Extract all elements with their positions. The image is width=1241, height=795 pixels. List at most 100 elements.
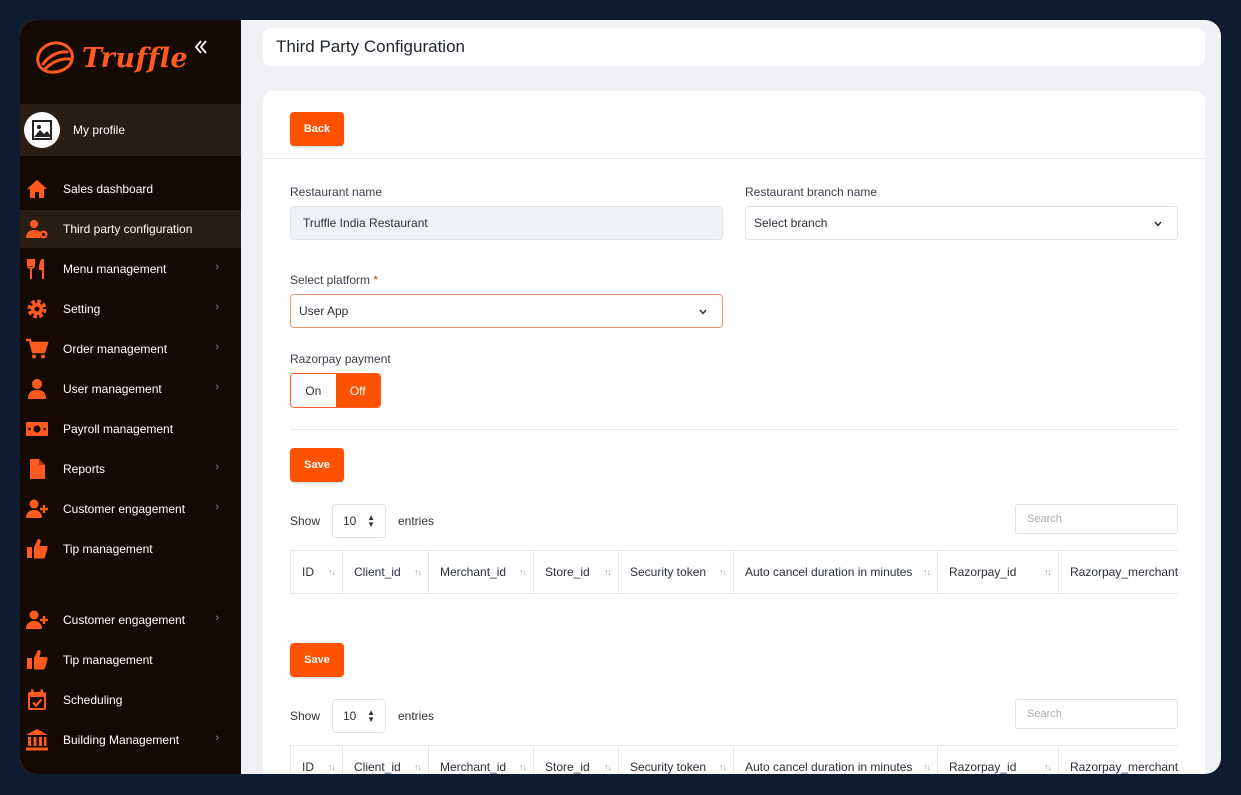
razorpay-toggle[interactable]: On Off [290, 373, 381, 408]
column-header-label: Razorpay_id [949, 565, 1017, 579]
calendar-check-icon [24, 688, 50, 712]
page-header: Third Party Configuration [263, 28, 1205, 66]
entries-label: entries [398, 709, 435, 723]
home-icon [24, 177, 50, 201]
sort-icon: ↑↓ [328, 567, 336, 577]
sort-icon: ↑↓ [923, 567, 931, 577]
sort-icon: ↑↓ [1044, 762, 1052, 772]
sidebar-item[interactable]: Scheduling [20, 681, 241, 719]
restaurant-name-value: Truffle India Restaurant [303, 216, 428, 230]
razorpay-label: Razorpay payment [290, 352, 391, 366]
column-header-label: Store_id [545, 565, 590, 579]
sidebar-item[interactable]: User management › [20, 370, 241, 408]
column-header[interactable]: Razorpay_id ↑↓ [938, 551, 1059, 593]
restaurant-name-label: Restaurant name [290, 185, 383, 199]
column-header[interactable]: Auto cancel duration in minutes ↑↓ [734, 746, 938, 774]
divider [263, 158, 1205, 159]
column-header-label: ID [302, 760, 314, 774]
column-header[interactable]: Razorpay_merchant_ [1059, 746, 1178, 774]
platform-select[interactable]: User App [290, 294, 723, 328]
sidebar-item[interactable]: Setting › [20, 290, 241, 328]
column-header[interactable]: Client_id ↑↓ [343, 551, 429, 593]
search-input[interactable]: Search [1015, 504, 1178, 534]
sidebar-item[interactable]: Customer engagement › [20, 490, 241, 528]
search-placeholder: Search [1027, 513, 1062, 525]
column-header[interactable]: Security token ↑↓ [619, 746, 734, 774]
sidebar-item[interactable]: Menu management › [20, 250, 241, 288]
entries-select[interactable]: 10 ▲ ▼ [332, 699, 386, 733]
brand-logo[interactable]: Truffle [34, 38, 188, 78]
column-header[interactable]: Razorpay_merchant_ [1059, 551, 1178, 593]
search-input[interactable]: Search [1015, 699, 1178, 729]
sidebar-item[interactable]: Tip management [20, 530, 241, 568]
sidebar-item-label: User management [63, 382, 162, 396]
divider [290, 429, 1178, 430]
user-icon [24, 377, 50, 401]
sidebar-item[interactable]: Sales dashboard [20, 170, 241, 208]
sidebar: Truffle My profile Sales dashboard Third … [20, 20, 241, 774]
sort-icon: ↑↓ [1044, 567, 1052, 577]
sidebar-item-label: Setting [63, 302, 101, 316]
column-header-label: Razorpay_merchant_ [1070, 565, 1178, 579]
sidebar-item[interactable]: Building Management › [20, 721, 241, 759]
chevron-down-icon [699, 309, 707, 315]
column-header[interactable]: Store_id ↑↓ [534, 746, 619, 774]
chevron-right-icon: › [215, 732, 219, 744]
sort-icon: ↑↓ [923, 762, 931, 772]
money-icon [24, 417, 50, 441]
sidebar-item-label: Scheduling [63, 693, 123, 707]
sidebar-item[interactable]: Third party configuration [20, 210, 241, 248]
bank-icon [24, 728, 50, 752]
sort-icon: ↑↓ [328, 762, 336, 772]
column-header[interactable]: Merchant_id ↑↓ [429, 551, 534, 593]
column-header-label: Store_id [545, 760, 590, 774]
branch-select[interactable]: Select branch [745, 206, 1178, 240]
column-header[interactable]: Merchant_id ↑↓ [429, 746, 534, 774]
sidebar-item[interactable]: Order management › [20, 330, 241, 368]
back-button[interactable]: Back [290, 112, 344, 146]
column-header[interactable]: Auto cancel duration in minutes ↑↓ [734, 551, 938, 593]
sidebar-item-label: Reports [63, 462, 106, 476]
column-header[interactable]: Razorpay_id ↑↓ [938, 746, 1059, 774]
sidebar-item[interactable]: Tip management [20, 641, 241, 679]
toggle-on-option[interactable]: On [291, 374, 336, 407]
chevron-right-icon: › [215, 261, 219, 273]
sidebar-item-label: Payroll management [63, 422, 174, 436]
collapse-sidebar-button[interactable] [190, 38, 212, 62]
show-label: Show [290, 514, 321, 528]
file-icon [24, 457, 50, 481]
entries-value: 10 [343, 709, 357, 723]
column-header-label: Client_id [354, 760, 401, 774]
column-header[interactable]: Security token ↑↓ [619, 551, 734, 593]
column-header-label: ID [302, 565, 314, 579]
sidebar-item[interactable]: Customer engagement › [20, 601, 241, 639]
save-button[interactable]: Save [290, 643, 344, 677]
save-button[interactable]: Save [290, 448, 344, 482]
column-header-label: Merchant_id [440, 760, 507, 774]
sidebar-item-label: Sales dashboard [63, 182, 154, 196]
sort-icon: ↑↓ [414, 567, 422, 577]
profile-label: My profile [73, 123, 126, 137]
chevron-right-icon: › [215, 501, 219, 513]
sidebar-item[interactable]: Payroll management [20, 410, 241, 448]
restaurant-name-field[interactable]: Truffle India Restaurant [290, 206, 723, 240]
main-content: Third Party Configuration Back Restauran… [241, 20, 1221, 774]
user-plus-icon [24, 497, 50, 521]
chevron-right-icon: › [215, 381, 219, 393]
toggle-off-option[interactable]: Off [335, 374, 380, 407]
gear-icon [24, 297, 50, 321]
sidebar-item-label: Third party configuration [63, 222, 193, 236]
brand-name: Truffle [82, 42, 189, 74]
column-header[interactable]: ID ↑↓ [291, 551, 343, 593]
profile-link[interactable]: My profile [20, 104, 241, 156]
column-header[interactable]: Client_id ↑↓ [343, 746, 429, 774]
chevron-right-icon: › [215, 612, 219, 624]
sidebar-item[interactable]: Reports › [20, 450, 241, 488]
column-header[interactable]: Store_id ↑↓ [534, 551, 619, 593]
user-plus-icon [24, 608, 50, 632]
entries-value: 10 [343, 514, 357, 528]
column-header-label: Merchant_id [440, 565, 507, 579]
column-header[interactable]: ID ↑↓ [291, 746, 343, 774]
sidebar-item-label: Customer engagement [63, 613, 186, 627]
entries-select[interactable]: 10 ▲ ▼ [332, 504, 386, 538]
